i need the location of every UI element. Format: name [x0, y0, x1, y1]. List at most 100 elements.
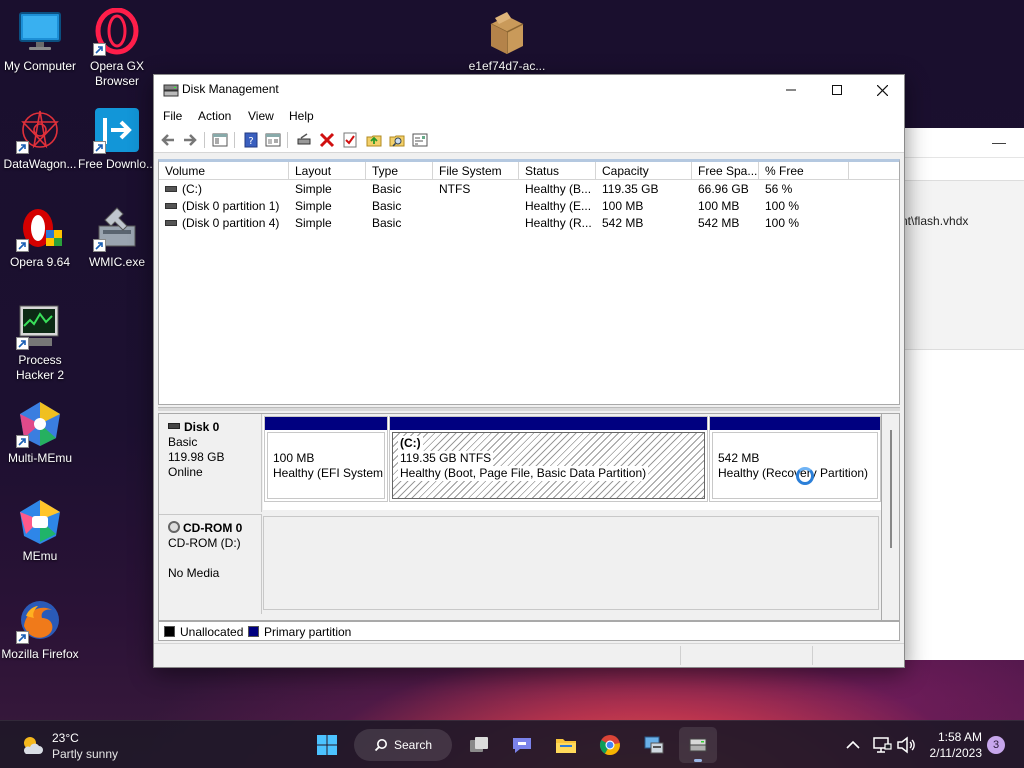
- disk-0-label[interactable]: Disk 0 Basic 119.98 GB Online: [159, 414, 262, 512]
- scrollbar-thumb[interactable]: [890, 430, 892, 548]
- partition-details: (C:) 119.35 GB NTFS Healthy (Boot, Page …: [392, 432, 705, 499]
- free-space-cell: 542 MB: [698, 216, 740, 230]
- toolbar-separator: [287, 132, 288, 148]
- desktop-icon-opera-964[interactable]: Opera 9.64: [0, 204, 80, 270]
- type-cell: Basic: [372, 199, 402, 213]
- disk-state: Online: [168, 465, 203, 479]
- free-space-cell: 66.96 GB: [698, 182, 749, 196]
- volume-cell: (Disk 0 partition 1): [163, 199, 279, 213]
- partition-recovery[interactable]: 542 MB Healthy (Recovery Partition): [709, 416, 881, 502]
- menu-file[interactable]: File: [163, 109, 182, 123]
- system-clock[interactable]: 1:58 AM 2/11/2023: [926, 729, 983, 761]
- column-free-space[interactable]: Free Spa...: [692, 162, 759, 180]
- column-file-system[interactable]: File System: [433, 162, 519, 180]
- desktop-icon-wmic[interactable]: WMIC.exe: [77, 204, 157, 270]
- volume-name: (C:): [182, 182, 202, 196]
- layout-cell: Simple: [295, 216, 332, 230]
- column-percent-free[interactable]: % Free: [759, 162, 849, 180]
- window-title: Disk Management: [182, 82, 279, 96]
- teams-chat-button[interactable]: [503, 727, 541, 763]
- close-button[interactable]: [859, 75, 905, 105]
- partition-c-drive[interactable]: (C:) 119.35 GB NTFS Healthy (Boot, Page …: [389, 416, 708, 502]
- graphical-view-scrollbar[interactable]: [882, 413, 900, 621]
- status-bar-segment: [680, 646, 681, 665]
- column-capacity[interactable]: Capacity: [596, 162, 692, 180]
- delete-button[interactable]: [318, 131, 336, 149]
- partition-size: 119.35 GB NTFS: [398, 451, 494, 466]
- back-button[interactable]: [159, 131, 177, 149]
- show-hidden-icons-button[interactable]: [839, 727, 867, 763]
- table-row[interactable]: (C:) Simple Basic NTFS Healthy (B... 119…: [159, 181, 899, 198]
- volume-list[interactable]: Volume Layout Type File System Status Ca…: [158, 159, 900, 405]
- desktop-icon-package-file[interactable]: e1ef74d7-ac...: [466, 8, 548, 74]
- window-titlebar[interactable]: Disk Management: [154, 75, 904, 105]
- column-type[interactable]: Type: [366, 162, 433, 180]
- notification-badge[interactable]: 3: [987, 736, 1005, 754]
- capacity-cell: 100 MB: [602, 199, 644, 213]
- up-folder-button[interactable]: [365, 131, 383, 149]
- partition-status: Healthy (EFI System I: [273, 466, 385, 480]
- desktop-icon-firefox[interactable]: Mozilla Firefox: [0, 596, 80, 662]
- properties-button[interactable]: [264, 131, 282, 149]
- maximize-button[interactable]: [814, 75, 860, 105]
- legend-bar: Unallocated Primary partition: [158, 621, 900, 641]
- background-minimize-button[interactable]: —: [992, 134, 1006, 150]
- menu-help[interactable]: Help: [289, 109, 314, 123]
- menu-view[interactable]: View: [248, 109, 274, 123]
- task-view-button[interactable]: [460, 727, 498, 763]
- up-folder-icon: [366, 135, 382, 147]
- minimize-button[interactable]: [768, 75, 814, 105]
- desktop-icon-label: Multi-MEmu: [7, 451, 72, 465]
- forward-button[interactable]: [181, 131, 199, 149]
- desktop-icon-process-hacker[interactable]: Process Hacker 2: [0, 302, 80, 383]
- column-layout[interactable]: Layout: [289, 162, 366, 180]
- volume-button[interactable]: [893, 727, 919, 763]
- desktop-icon-memu[interactable]: MEmu: [0, 498, 80, 564]
- shortcut-arrow-icon: [16, 435, 29, 448]
- column-status[interactable]: Status: [519, 162, 596, 180]
- chrome-button[interactable]: [591, 727, 629, 763]
- status-cell: Healthy (E...: [525, 199, 592, 213]
- hard-disk-icon: [168, 422, 180, 429]
- taskbar-search[interactable]: Search: [354, 729, 452, 761]
- check-button[interactable]: [341, 131, 359, 149]
- cdrom-0-label[interactable]: CD-ROM 0 CD-ROM (D:) No Media: [159, 514, 262, 614]
- connect-disk-button[interactable]: [295, 131, 313, 149]
- unallocated-swatch: [164, 626, 175, 637]
- start-button[interactable]: [308, 727, 346, 763]
- desktop-icon-datawagon[interactable]: DataWagon...: [0, 106, 80, 172]
- disk-state: No Media: [168, 566, 220, 580]
- table-row[interactable]: (Disk 0 partition 1) Simple Basic Health…: [159, 198, 899, 215]
- menu-action[interactable]: Action: [198, 109, 231, 123]
- desktop-icon-my-computer[interactable]: My Computer: [0, 8, 80, 74]
- opera-gx-icon: [93, 7, 141, 56]
- disk-management-taskbar-button[interactable]: [679, 727, 717, 763]
- desktop-icon-free-download[interactable]: Free Downlo...: [77, 106, 157, 172]
- column-volume[interactable]: Volume: [159, 162, 289, 180]
- search-folder-button[interactable]: [388, 131, 406, 149]
- shortcut-arrow-icon: [16, 337, 29, 350]
- desktop-icon-label: Opera GX Browser: [89, 59, 145, 88]
- help-button[interactable]: ?: [242, 131, 260, 149]
- network-button[interactable]: [869, 727, 895, 763]
- legend-primary-partition: Primary partition: [264, 625, 352, 639]
- speaker-icon: [897, 736, 915, 754]
- console-tree-button[interactable]: [211, 131, 229, 149]
- pane-splitter[interactable]: [158, 407, 900, 411]
- toolbar: ?: [154, 127, 904, 153]
- table-row[interactable]: (Disk 0 partition 4) Simple Basic Health…: [159, 215, 899, 232]
- remote-desktop-button[interactable]: [635, 727, 673, 763]
- shortcut-arrow-icon: [93, 43, 106, 56]
- busy-cursor-icon: [796, 467, 814, 485]
- file-explorer-button[interactable]: [547, 727, 585, 763]
- settings-panel-button[interactable]: [411, 131, 429, 149]
- partition-efi[interactable]: 100 MB Healthy (EFI System I: [264, 416, 388, 502]
- checkmark-icon: [343, 132, 357, 148]
- disk-0-row: Disk 0 Basic 119.98 GB Online 100 MB Hea…: [159, 414, 881, 512]
- cdrom-0-media-area[interactable]: [263, 516, 879, 610]
- desktop-icon-multi-memu[interactable]: Multi-MEmu: [0, 400, 80, 466]
- desktop-icon-opera-gx[interactable]: Opera GX Browser: [77, 7, 157, 89]
- background-window-path-text: nt\flash.vhdx: [901, 214, 969, 228]
- wmic-tools-icon: [93, 204, 141, 252]
- volume-cell: (C:): [163, 182, 202, 196]
